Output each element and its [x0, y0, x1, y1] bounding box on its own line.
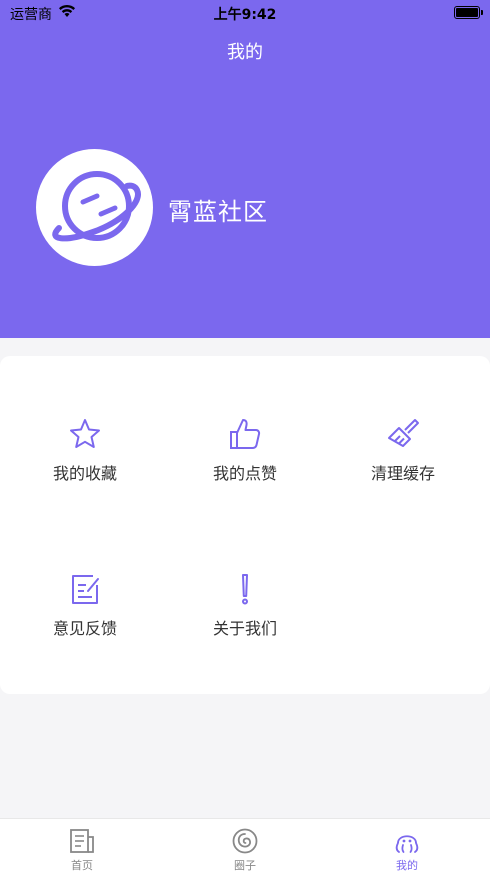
- circle-swirl-icon: [232, 828, 258, 854]
- status-time: 上午9:42: [213, 7, 277, 23]
- battery-icon: [454, 6, 483, 19]
- feedback-icon: [72, 575, 99, 604]
- menu-item-label: 意见反馈: [52, 619, 117, 638]
- star-icon: [70, 419, 100, 448]
- menu-item-feedback[interactable]: 意见反馈: [20, 571, 150, 661]
- menu-item-favorites[interactable]: 我的收藏: [20, 416, 150, 506]
- tab-label: 我的: [396, 859, 418, 872]
- tab-home[interactable]: 首页: [22, 819, 142, 876]
- brush-icon: [388, 419, 419, 447]
- tab-bar: 首页 圈子 我的: [0, 818, 490, 876]
- octopus-icon: [395, 835, 419, 853]
- tab-circle[interactable]: 圈子: [185, 819, 305, 876]
- status-bar: 运营商 上午9:42: [0, 0, 490, 26]
- tab-label: 圈子: [234, 859, 256, 872]
- exclamation-icon: [242, 574, 248, 605]
- planet-face-icon: [51, 170, 141, 241]
- menu-item-clear-cache[interactable]: 清理缓存: [338, 416, 468, 506]
- menu-item-label: 清理缓存: [370, 464, 435, 483]
- thumbs-up-icon: [230, 419, 261, 449]
- menu-item-label: 关于我们: [212, 619, 277, 638]
- menu-item-label: 我的收藏: [52, 464, 117, 483]
- menu-item-about[interactable]: 关于我们: [180, 571, 310, 661]
- profile-header: 运营商 上午9:42 我的 霄蓝社区: [0, 0, 490, 338]
- tab-label: 首页: [71, 859, 93, 872]
- menu-card: 我的收藏 我的点赞 清理缓存 意见反馈 关于我们: [0, 356, 490, 694]
- menu-item-likes[interactable]: 我的点赞: [180, 416, 310, 506]
- page-title: 我的: [227, 42, 263, 63]
- avatar[interactable]: [36, 149, 153, 266]
- tab-mine[interactable]: 我的: [347, 819, 467, 876]
- news-icon: [70, 829, 94, 853]
- menu-item-label: 我的点赞: [212, 464, 277, 483]
- profile-name: 霄蓝社区: [168, 198, 268, 226]
